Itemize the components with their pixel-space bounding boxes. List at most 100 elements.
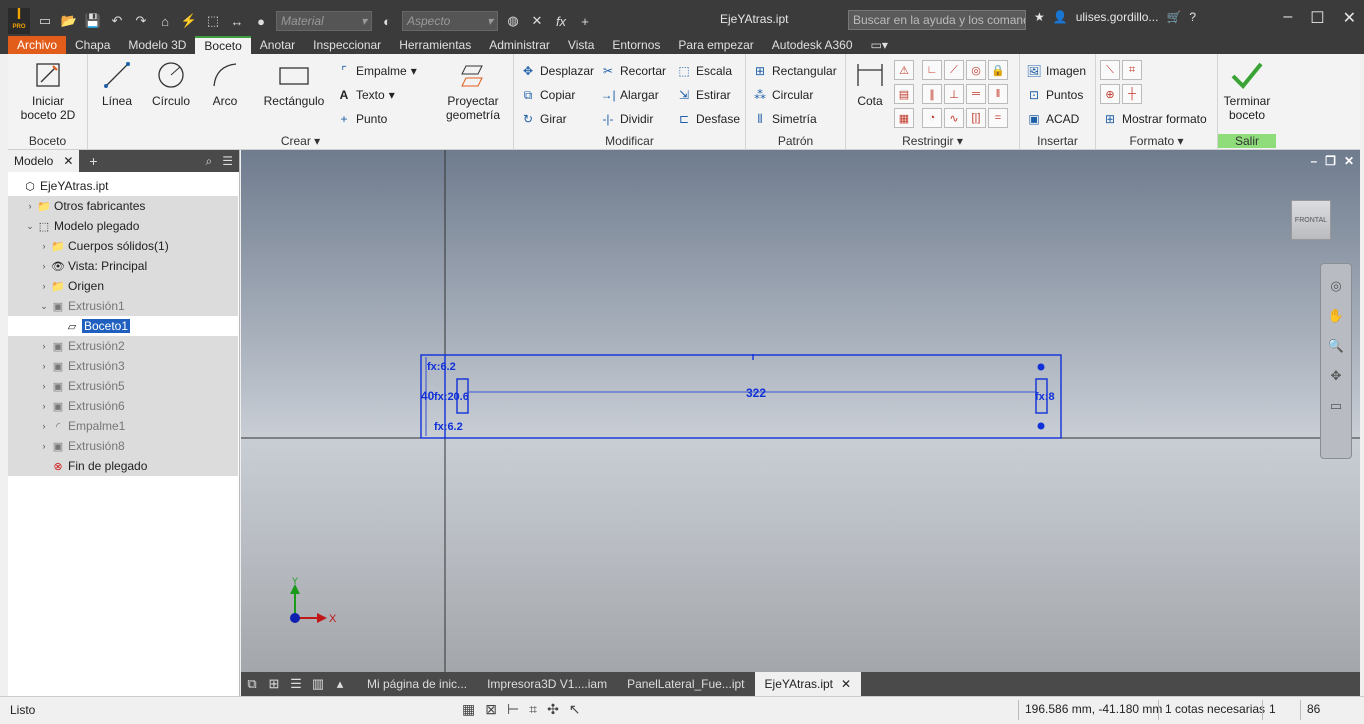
new-file-icon[interactable]: ▭ bbox=[36, 12, 54, 30]
expand-arrow-icon[interactable]: › bbox=[38, 421, 50, 431]
measure-icon[interactable]: ↔ bbox=[228, 12, 246, 30]
panel-title-formato[interactable]: Formato ▾ bbox=[1096, 134, 1217, 148]
tree-node[interactable]: › ▣ Extrusión6 bbox=[8, 396, 238, 416]
expand-arrow-icon[interactable]: › bbox=[38, 381, 50, 391]
smooth-icon[interactable]: ∿ bbox=[944, 108, 964, 128]
save-icon[interactable]: 💾 bbox=[84, 12, 102, 30]
expand-arrow-icon[interactable]: › bbox=[24, 201, 36, 211]
tile-icon[interactable]: ⊞ bbox=[263, 676, 285, 692]
dimension-fx-bottom[interactable]: fx:6.2 bbox=[434, 421, 463, 433]
minimize-icon[interactable]: – bbox=[1283, 8, 1292, 28]
snap-icon[interactable]: ✣ bbox=[547, 701, 559, 718]
copy-button[interactable]: ⧉ Copiar bbox=[520, 86, 576, 104]
panel-title-crear[interactable]: Crear ▾ bbox=[88, 134, 513, 148]
fillet-button[interactable]: ⌜ Empalme ▾ bbox=[336, 62, 417, 80]
line-button[interactable]: Línea bbox=[94, 60, 140, 108]
split-button[interactable]: -|- Dividir bbox=[600, 110, 653, 128]
tree-node[interactable]: › 📁 Cuerpos sólidos(1) bbox=[8, 236, 238, 256]
driven-dimension-icon[interactable]: ⌗ bbox=[1122, 60, 1142, 80]
add-browser-tab-icon[interactable]: + bbox=[89, 153, 97, 169]
tab-anotar[interactable]: Anotar bbox=[251, 36, 304, 54]
expand-arrow-icon[interactable]: › bbox=[38, 281, 50, 291]
tree-node[interactable]: ⌄ ⬚ Modelo plegado bbox=[8, 216, 238, 236]
extend-button[interactable]: →| Alargar bbox=[600, 86, 658, 104]
symmetric-icon[interactable]: [|] bbox=[966, 108, 986, 128]
finish-sketch-button[interactable]: Terminar boceto bbox=[1220, 60, 1274, 122]
globe-icon[interactable]: ● bbox=[252, 12, 270, 30]
scale-button[interactable]: ⬚ Escala bbox=[676, 62, 732, 80]
expand-arrow-icon[interactable]: › bbox=[38, 401, 50, 411]
cart-icon[interactable]: 🛒 bbox=[1166, 10, 1181, 24]
insert-acad-button[interactable]: ▣ ACAD bbox=[1026, 110, 1079, 128]
expand-arrow-icon[interactable]: › bbox=[38, 361, 50, 371]
expand-arrow-icon[interactable]: › bbox=[38, 241, 50, 251]
tree-node[interactable]: › ▣ Extrusión3 bbox=[8, 356, 238, 376]
concentric-icon[interactable]: ◎ bbox=[966, 60, 986, 80]
horizontal-icon[interactable]: ═ bbox=[966, 84, 986, 104]
graphics-viewport[interactable]: 322 40 fx:6.2 fx:20.6 fx:6.2 fx:8 X Y – … bbox=[241, 150, 1360, 672]
circ-pattern-button[interactable]: ⁂ Circular bbox=[752, 86, 813, 104]
close-icon[interactable]: ✕ bbox=[63, 154, 73, 168]
start-2d-sketch-button[interactable]: Iniciar boceto 2D bbox=[14, 60, 82, 122]
tree-node[interactable]: › 📁 Otros fabricantes bbox=[8, 196, 238, 216]
pointer-icon[interactable]: ↖ bbox=[569, 701, 581, 718]
expand-arrow-icon[interactable]: › bbox=[38, 441, 50, 451]
tree-node[interactable]: ▱ Boceto1 bbox=[8, 316, 238, 336]
dimension-322[interactable]: 322 bbox=[746, 386, 766, 400]
cascade-icon[interactable]: ⧉ bbox=[241, 676, 263, 692]
dimension-button[interactable]: Cota bbox=[850, 60, 890, 108]
tree-node[interactable]: ⬡ EjeYAtras.ipt bbox=[8, 176, 238, 196]
open-file-icon[interactable]: 📂 bbox=[60, 12, 78, 30]
arc-button[interactable]: Arco bbox=[202, 60, 248, 108]
coincident-icon[interactable]: ∟ bbox=[922, 60, 942, 80]
tree-node[interactable]: › ▣ Extrusión8 bbox=[8, 436, 238, 456]
restore-icon[interactable]: ❐ bbox=[1325, 154, 1336, 168]
update-icon[interactable]: ⚡ bbox=[180, 12, 198, 30]
perpendicular-icon[interactable]: ⊥ bbox=[944, 84, 964, 104]
appearance-icon[interactable]: ◐ bbox=[378, 12, 396, 30]
vertical-icon[interactable]: ‖ bbox=[988, 84, 1008, 104]
tree-node[interactable]: › 👁 Vista: Principal bbox=[8, 256, 238, 276]
constraint-settings-icon[interactable]: ▦ bbox=[894, 108, 914, 128]
expand-arrow-icon[interactable]: › bbox=[38, 261, 50, 271]
show-constraints-icon[interactable]: ▤ bbox=[894, 84, 914, 104]
tab-modelo-3d[interactable]: Modelo 3D bbox=[119, 36, 195, 54]
document-tab[interactable]: Impresora3D V1....iam bbox=[477, 672, 617, 696]
color-override-icon[interactable]: ◍ bbox=[504, 12, 522, 30]
fx-parameters-icon[interactable]: fx bbox=[552, 12, 570, 30]
user-name[interactable]: ulises.gordillo... bbox=[1076, 10, 1159, 24]
construction-icon[interactable]: ⟍ bbox=[1100, 60, 1120, 80]
close-icon[interactable]: ✕ bbox=[841, 677, 851, 691]
zoom-icon[interactable]: 🔍 bbox=[1328, 338, 1344, 354]
star-icon[interactable]: ★ bbox=[1034, 10, 1045, 24]
help-search-input[interactable]: Buscar en la ayuda y los comand bbox=[848, 10, 1026, 30]
tab-inspeccionar[interactable]: Inspeccionar bbox=[304, 36, 390, 54]
collinear-icon[interactable]: ⟋ bbox=[944, 60, 964, 80]
tab-para-empezar[interactable]: Para empezar bbox=[669, 36, 762, 54]
tab-autodesk-a360[interactable]: Autodesk A360 bbox=[763, 36, 862, 54]
point-button[interactable]: + Punto bbox=[336, 110, 387, 128]
tree-node[interactable]: › 📁 Origen bbox=[8, 276, 238, 296]
inventor-logo[interactable]: I PRO bbox=[8, 7, 30, 34]
dimension-40[interactable]: 40 bbox=[421, 389, 435, 403]
tab-vista[interactable]: Vista bbox=[559, 36, 603, 54]
document-tab[interactable]: PanelLateral_Fue...ipt bbox=[617, 672, 754, 696]
viewcube[interactable]: FRONTAL bbox=[1291, 200, 1331, 240]
tree-node[interactable]: ⊗ Fin de plegado bbox=[8, 456, 238, 476]
text-button[interactable]: A Texto ▾ bbox=[336, 86, 395, 104]
browser-tab-model[interactable]: Modelo ✕ bbox=[8, 150, 80, 172]
offset-button[interactable]: ⊏ Desfase bbox=[676, 110, 740, 128]
material-combo[interactable]: Material ▾ bbox=[276, 11, 372, 31]
stretch-button[interactable]: ⇲ Estirar bbox=[676, 86, 731, 104]
circle-button[interactable]: Círculo bbox=[148, 60, 194, 108]
fix-icon[interactable]: 🔒 bbox=[988, 60, 1008, 80]
tree-node[interactable]: › ◜ Empalme1 bbox=[8, 416, 238, 436]
dimension-fx-middle[interactable]: fx:20.6 bbox=[434, 391, 469, 403]
tab-boceto[interactable]: Boceto bbox=[195, 36, 251, 54]
dimension-fx-right[interactable]: fx:8 bbox=[1035, 391, 1055, 403]
insert-points-button[interactable]: ⊡ Puntos bbox=[1026, 86, 1083, 104]
tree-node[interactable]: › ▣ Extrusión2 bbox=[8, 336, 238, 356]
dimension-fx-top[interactable]: fx:6.2 bbox=[427, 361, 456, 373]
doc-menu-icon[interactable]: ▴ bbox=[329, 676, 351, 692]
centerline-icon[interactable]: ┼ bbox=[1122, 84, 1142, 104]
